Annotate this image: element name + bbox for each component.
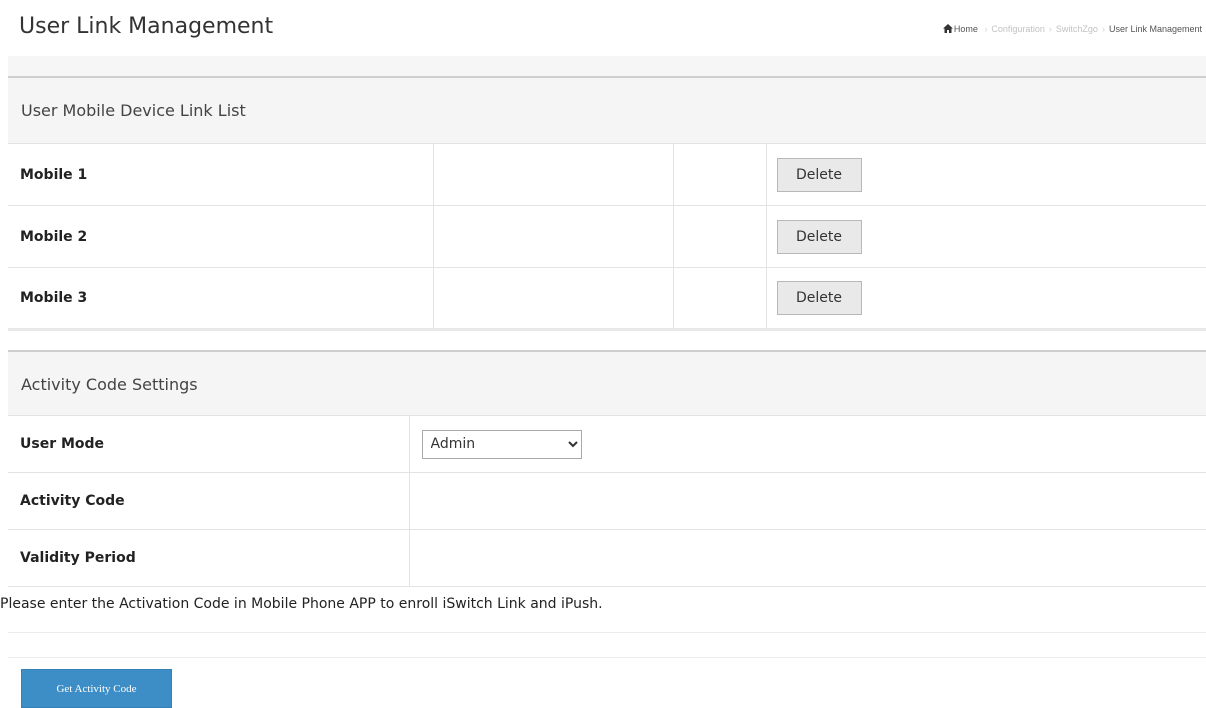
device-link-panel: User Mobile Device Link List Mobile 1 De… [8,76,1206,331]
mobile-2-info [433,205,674,268]
mobile-1-action-cell: Delete [766,144,1206,206]
breadcrumb-separator: › [1048,24,1052,34]
user-mode-label: User Mode [8,416,410,473]
mobile-3-info [433,267,674,331]
mobile-2-action-cell: Delete [766,205,1206,268]
mobile-1-extra [673,144,767,206]
breadcrumb: Home › Configuration › SwitchZgo › User Link … [942,24,1202,34]
mobile-2-label: Mobile 2 [8,205,434,268]
divider [8,657,1206,658]
activity-settings-table: User Mode Admin Activity Code Validity P… [8,416,1206,587]
activity-code-panel: Activity Code Settings User Mode Admin A… [8,350,1206,588]
mobile-3-label: Mobile 3 [8,267,434,331]
get-activity-code-button[interactable]: Get Activity Code [21,669,172,708]
home-icon [942,24,953,33]
mobile-1-label: Mobile 1 [8,144,434,206]
validity-period-value [409,529,1206,587]
activity-code-label: Activity Code [8,472,410,530]
mobile-3-extra [673,267,767,331]
device-link-heading: User Mobile Device Link List [8,76,1206,144]
breadcrumb-separator: › [1101,24,1105,34]
mobile-1-info [433,144,674,206]
activation-note: Please enter the Activation Code in Mobi… [0,596,603,612]
user-mode-select[interactable]: Admin [421,429,582,459]
table-row: User Mode Admin [8,416,1206,473]
mobile-3-action-cell: Delete [766,267,1206,331]
table-row: Activity Code [8,472,1206,530]
delete-mobile-1-button[interactable]: Delete [776,157,862,192]
validity-period-label: Validity Period [8,529,410,587]
table-row: Mobile 1 Delete [8,144,1206,206]
mobile-2-extra [673,205,767,268]
breadcrumb-home[interactable]: Home [942,24,981,34]
table-row: Mobile 3 Delete [8,267,1206,331]
device-link-table: Mobile 1 Delete Mobile 2 Delete Mobile 3… [8,144,1206,331]
table-row: Validity Period [8,529,1206,587]
breadcrumb-current: User Link Management [1108,24,1202,34]
breadcrumb-item-configuration[interactable]: Configuration [991,24,1045,34]
title-divider [8,56,1206,76]
activity-code-value [409,472,1206,530]
delete-mobile-2-button[interactable]: Delete [776,219,862,254]
breadcrumb-home-label: Home [953,24,978,34]
breadcrumb-item-switchzgo[interactable]: SwitchZgo [1056,24,1098,34]
activity-code-heading: Activity Code Settings [8,350,1206,416]
user-mode-cell: Admin [409,416,1206,473]
table-row: Mobile 2 Delete [8,205,1206,268]
breadcrumb-separator: › [984,24,988,34]
divider [8,632,1206,633]
delete-mobile-3-button[interactable]: Delete [776,281,862,315]
page-title: User Link Management [19,14,274,39]
